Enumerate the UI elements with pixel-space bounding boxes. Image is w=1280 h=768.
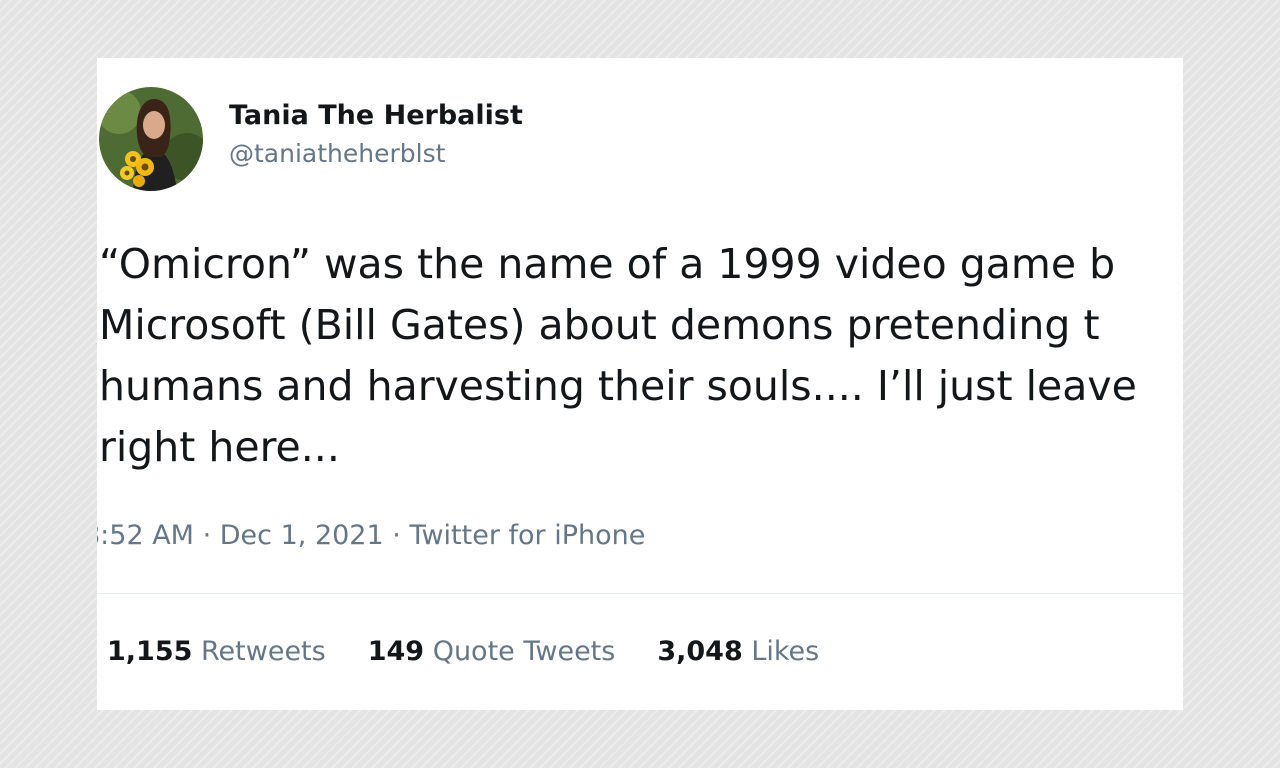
retweets-count: 1,155 bbox=[107, 636, 193, 667]
tweet-text-line: “Omicron” was the name of a 1999 video g… bbox=[99, 240, 1116, 288]
tweet-text-line: right here... bbox=[99, 423, 340, 471]
tweet-text: “Omicron” was the name of a 1999 video g… bbox=[99, 234, 1183, 478]
quote-tweets-count: 149 bbox=[367, 636, 425, 667]
author-display-name[interactable]: Tania The Herbalist bbox=[229, 98, 523, 134]
tweet-time[interactable]: 8:52 AM bbox=[97, 520, 194, 551]
author-handle[interactable]: @taniatheherblst bbox=[229, 137, 523, 171]
likes-count: 3,048 bbox=[657, 636, 743, 667]
tweet-text-line: humans and harvesting their souls.... I’… bbox=[99, 362, 1137, 410]
likes-stat[interactable]: 3,048 Likes bbox=[657, 634, 819, 670]
tweet-meta: 8:52 AM · Dec 1, 2021 · Twitter for iPho… bbox=[97, 518, 645, 554]
avatar[interactable] bbox=[99, 87, 203, 191]
divider bbox=[97, 593, 1183, 594]
tweet-card: Tania The Herbalist @taniatheherblst “Om… bbox=[97, 58, 1183, 710]
tweet-stats: 1,155 Retweets 149 Quote Tweets 3,048 Li… bbox=[107, 634, 861, 670]
quote-tweets-stat[interactable]: 149 Quote Tweets bbox=[368, 634, 616, 670]
tweet-source[interactable]: Twitter for iPhone bbox=[409, 520, 645, 551]
meta-separator: · bbox=[202, 520, 212, 551]
retweets-stat[interactable]: 1,155 Retweets bbox=[107, 634, 326, 670]
quote-tweets-label: Quote Tweets bbox=[432, 636, 616, 667]
likes-label: Likes bbox=[751, 636, 820, 667]
retweets-label: Retweets bbox=[201, 636, 326, 667]
meta-separator: · bbox=[392, 520, 401, 551]
avatar-photo bbox=[99, 87, 203, 191]
tweet-author: Tania The Herbalist @taniatheherblst bbox=[229, 98, 523, 171]
tweet-date[interactable]: Dec 1, 2021 bbox=[220, 520, 384, 551]
tweet-text-line: Microsoft (Bill Gates) about demons pret… bbox=[99, 301, 1100, 349]
